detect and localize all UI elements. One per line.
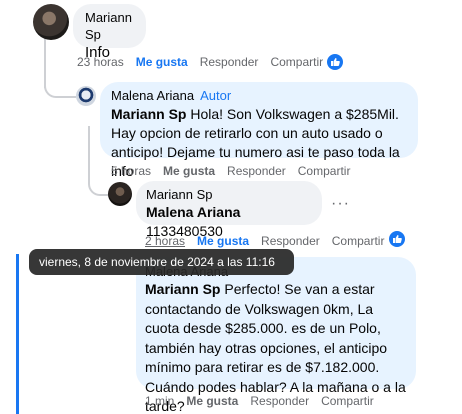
- comment-time[interactable]: 2 horas: [145, 234, 185, 248]
- thread-connector: [44, 70, 76, 98]
- mention[interactable]: Mariann Sp: [145, 281, 220, 297]
- mention[interactable]: Malena Ariana: [146, 204, 240, 220]
- avatar[interactable]: [76, 86, 96, 106]
- mention[interactable]: Mariann Sp: [111, 106, 186, 122]
- comment-bubble: Mariann Sp Malena Ariana 1133480530: [136, 181, 322, 239]
- reply-button[interactable]: Responder: [261, 234, 320, 248]
- share-button[interactable]: Compartir: [332, 234, 385, 248]
- share-button[interactable]: Compartir: [298, 164, 351, 178]
- share-button[interactable]: Compartir: [270, 55, 323, 69]
- comment-bubble: Mariann Sp Info: [73, 4, 146, 61]
- like-button[interactable]: Me gusta: [197, 234, 249, 248]
- comment-bubble: Malena Ariana Autor Mariann Sp Hola! Son …: [100, 82, 418, 179]
- reply-button[interactable]: Responder: [227, 164, 286, 178]
- thumbs-up-icon[interactable]: [327, 54, 343, 70]
- avatar[interactable]: [33, 4, 69, 40]
- like-button[interactable]: Me gusta: [136, 55, 188, 69]
- thread-connector: [88, 160, 108, 196]
- comment-time[interactable]: 1 min: [145, 394, 174, 408]
- comment-time[interactable]: 5 horas: [111, 164, 151, 178]
- reply-button[interactable]: Responder: [250, 394, 309, 408]
- highlight-bar: [16, 254, 19, 414]
- author-badge: Autor: [200, 88, 232, 103]
- share-button[interactable]: Compartir: [321, 394, 374, 408]
- comment-author[interactable]: Mariann Sp: [85, 9, 134, 43]
- comment-actions: 23 horas Me gusta Responder Compartir: [77, 55, 323, 69]
- comment-author[interactable]: Malena Ariana: [111, 88, 194, 103]
- avatar[interactable]: [108, 182, 132, 206]
- comment-bubble: Malena Ariana Mariann Sp Perfecto! Se va…: [136, 257, 416, 414]
- comment-actions: 5 horas Me gusta Responder Compartir: [111, 164, 350, 178]
- reply-button[interactable]: Responder: [200, 55, 259, 69]
- comment-actions: 2 horas Me gusta Responder Compartir: [145, 234, 384, 248]
- thumbs-up-icon[interactable]: [389, 231, 405, 247]
- comment-time[interactable]: 23 horas: [77, 55, 124, 69]
- comment-actions: 1 min Me gusta Responder Compartir: [145, 394, 374, 408]
- timestamp-tooltip: viernes, 8 de noviembre de 2024 a las 11…: [29, 249, 294, 295]
- like-button[interactable]: Me gusta: [163, 164, 215, 178]
- like-button[interactable]: Me gusta: [186, 394, 238, 408]
- more-options-icon[interactable]: ···: [331, 196, 350, 212]
- comment-author[interactable]: Mariann Sp: [146, 186, 312, 203]
